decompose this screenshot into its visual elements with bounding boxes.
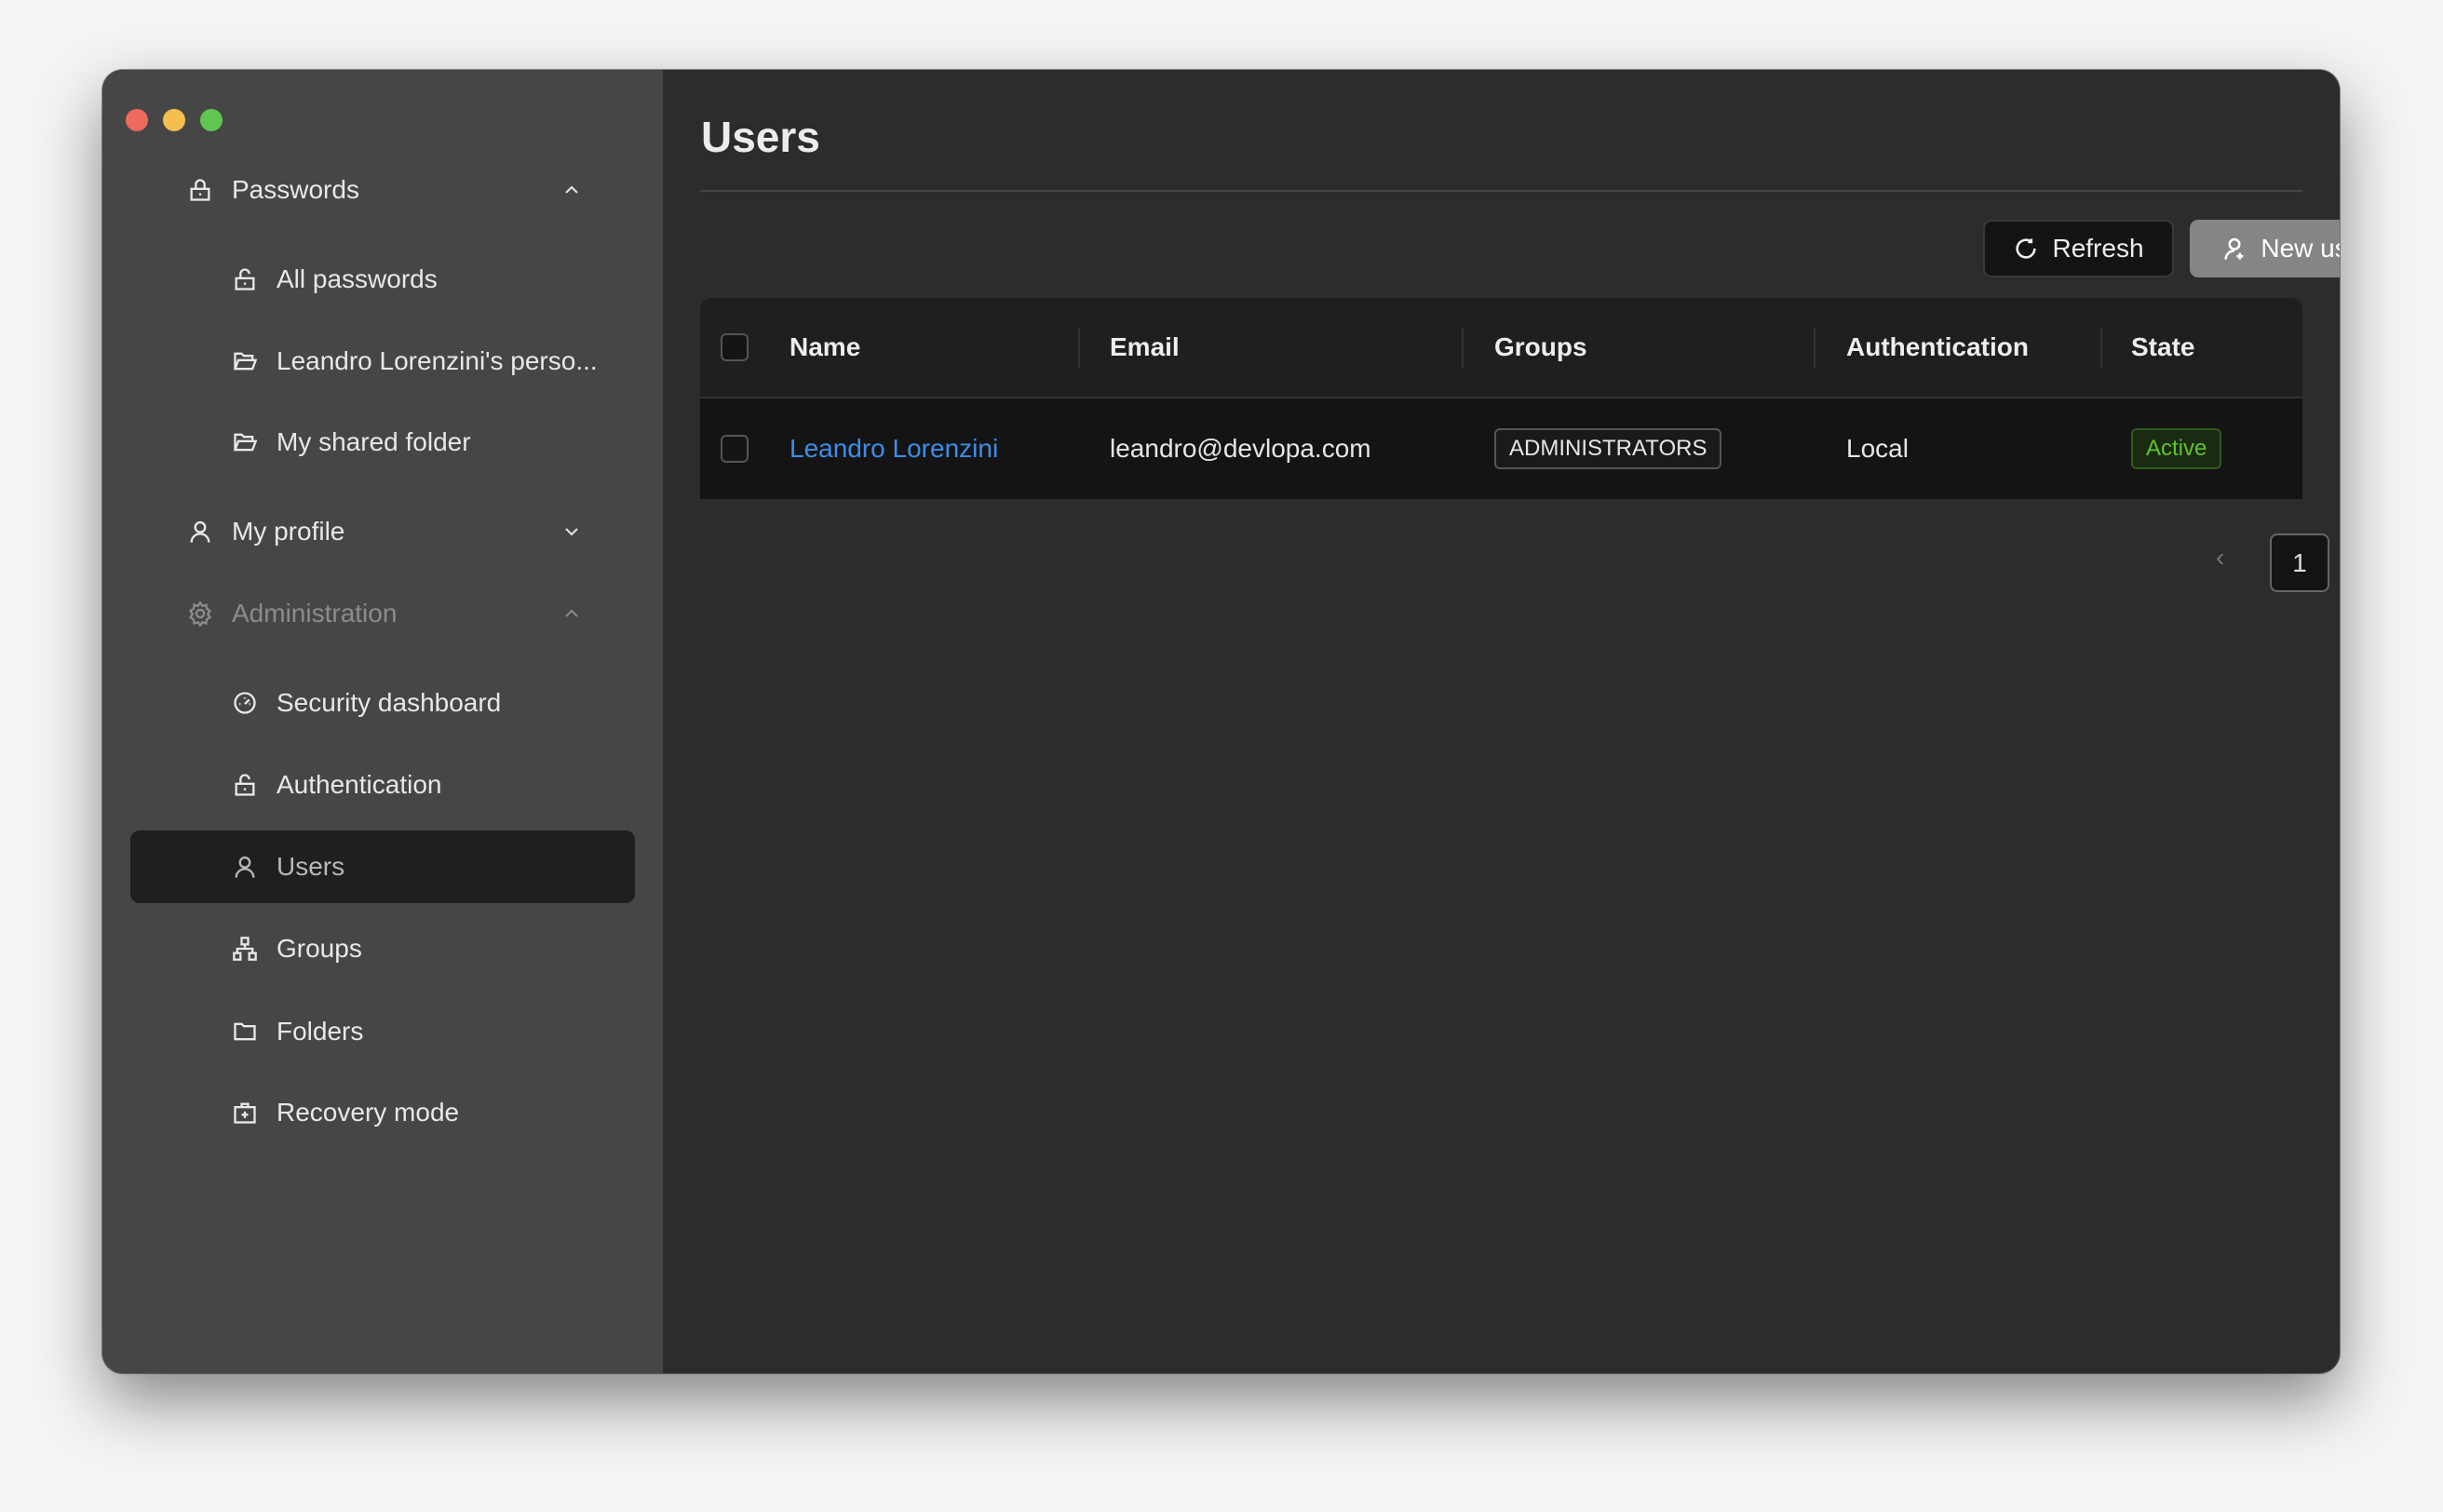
sidebar-item-label: Users: [277, 852, 345, 881]
previous-page-button[interactable]: ‹: [2216, 543, 2224, 573]
sidebar-item-label: Groups: [277, 934, 362, 963]
refresh-label: Refresh: [2052, 234, 2144, 263]
column-header-authentication[interactable]: Authentication: [1846, 332, 2029, 362]
sidebar-item-label: Recovery mode: [277, 1098, 460, 1127]
gear-icon: [188, 601, 212, 627]
chevron-down-icon[interactable]: [560, 520, 583, 543]
sidebar-item-passwords[interactable]: Passwords: [130, 154, 635, 226]
unlock-icon: [235, 268, 255, 290]
sidebar-item-label: Administration: [232, 599, 398, 628]
folder-open-icon: [233, 352, 258, 371]
user-authentication: Local: [1846, 434, 1909, 463]
sidebar-item-recovery-mode[interactable]: Recovery mode: [130, 1076, 635, 1149]
user-icon: [235, 856, 255, 878]
folder-icon: [234, 1022, 256, 1041]
sidebar-item-personal-folder[interactable]: Leandro Lorenzini's perso...: [130, 325, 635, 398]
sidebar-item-label: Leandro Lorenzini's perso...: [277, 346, 598, 375]
column-header-email[interactable]: Email: [1110, 332, 1180, 362]
sidebar-item-label: All passwords: [277, 264, 438, 293]
table-header: Name Email Groups Authentication State: [700, 298, 2302, 398]
sidebar-item-administration[interactable]: Administration: [130, 577, 635, 650]
cluster-icon: [233, 937, 257, 961]
sidebar-item-label: Authentication: [277, 770, 442, 799]
sidebar-item-groups[interactable]: Groups: [130, 912, 635, 985]
user-email: leandro@devlopa.com: [1110, 434, 1371, 463]
refresh-button[interactable]: Refresh: [1983, 220, 2174, 277]
sidebar-item-label: My shared folder: [277, 427, 471, 456]
users-table: Name Email Groups Authentication State L…: [700, 298, 2302, 499]
status-badge: Active: [2131, 428, 2222, 469]
user-icon: [190, 520, 210, 543]
column-divider: [2100, 328, 2102, 369]
select-all-checkbox[interactable]: [721, 333, 749, 361]
column-header-state[interactable]: State: [2131, 332, 2194, 362]
table-row: Leandro Lorenzini leandro@devlopa.com AD…: [700, 398, 2302, 499]
minimize-window-button[interactable]: [163, 109, 185, 131]
sidebar-item-label: Folders: [277, 1017, 364, 1046]
page-1-button[interactable]: 1: [2270, 533, 2329, 592]
sidebar-item-folders[interactable]: Folders: [130, 995, 635, 1068]
sidebar-item-users[interactable]: Users: [130, 830, 635, 903]
new-user-label: New user: [2261, 234, 2340, 263]
app-window: Passwords All passwords Leandro Lorenzin…: [102, 70, 2340, 1373]
chevron-up-icon[interactable]: [560, 602, 583, 625]
chevron-up-icon[interactable]: [560, 179, 583, 201]
refresh-icon: [2016, 238, 2037, 259]
user-name-link[interactable]: Leandro Lorenzini: [790, 434, 998, 464]
sidebar-item-label: My profile: [232, 517, 345, 546]
zoom-window-button[interactable]: [200, 109, 223, 131]
sidebar-item-authentication[interactable]: Authentication: [130, 749, 635, 821]
group-tag: ADMINISTRATORS: [1494, 428, 1722, 469]
sidebar-item-shared-folder[interactable]: My shared folder: [130, 406, 635, 479]
lock-icon: [190, 179, 210, 201]
new-user-button[interactable]: New user: [2190, 220, 2340, 277]
dashboard-icon: [234, 692, 256, 714]
row-checkbox[interactable]: [721, 435, 749, 463]
column-header-name[interactable]: Name: [790, 332, 860, 362]
column-divider: [1078, 328, 1080, 369]
sidebar-item-label: Security dashboard: [277, 688, 502, 717]
user-add-icon: [2224, 237, 2244, 260]
divider: [700, 190, 2302, 192]
column-divider: [1814, 328, 1815, 369]
sidebar: Passwords All passwords Leandro Lorenzin…: [102, 70, 663, 1373]
medkit-icon: [234, 1102, 256, 1124]
sidebar-item-label: Passwords: [232, 175, 359, 204]
page-title: Users: [701, 113, 820, 161]
column-divider: [1462, 328, 1464, 369]
sidebar-item-security-dashboard[interactable]: Security dashboard: [130, 667, 635, 739]
column-header-groups[interactable]: Groups: [1494, 332, 1587, 362]
unlock-icon: [235, 774, 255, 796]
sidebar-item-my-profile[interactable]: My profile: [130, 495, 635, 568]
sidebar-item-all-passwords[interactable]: All passwords: [130, 243, 635, 316]
folder-open-icon: [233, 433, 258, 452]
main-content: Users Refresh New user Name Email Groups…: [663, 70, 2340, 1373]
close-window-button[interactable]: [126, 109, 148, 131]
